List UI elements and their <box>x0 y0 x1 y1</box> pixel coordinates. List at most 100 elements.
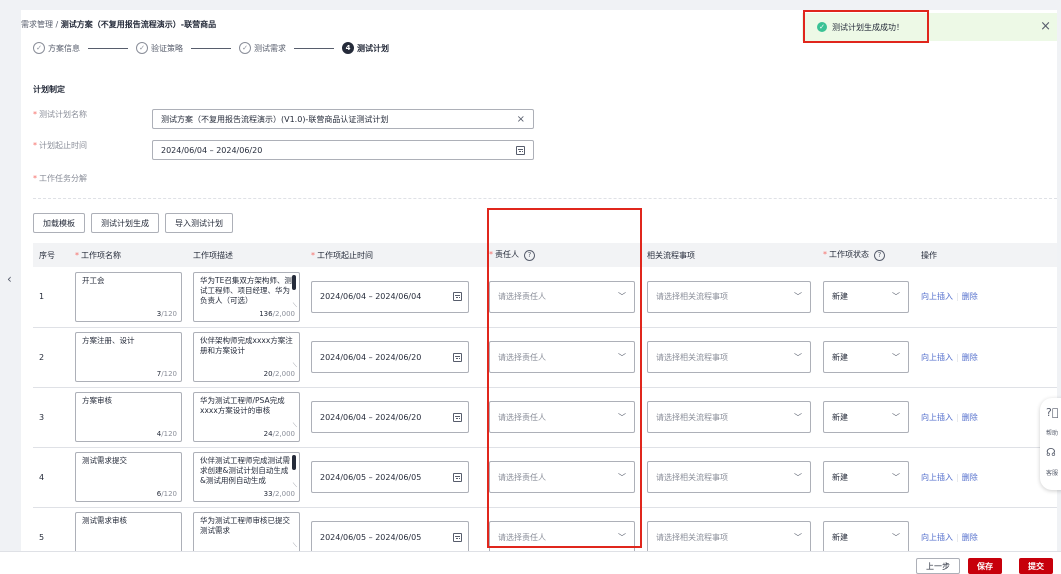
prev-button[interactable]: 上一步 <box>916 558 960 574</box>
footer-bar: 上一步 保存 提交 <box>0 551 1061 574</box>
breadcrumb-root[interactable]: 需求管理 <box>21 20 53 29</box>
name-textarea[interactable]: 方案审核 4/120 <box>75 392 182 442</box>
step-plan-info[interactable]: ✓ 方案信息 <box>33 42 80 54</box>
calendar-icon[interactable] <box>453 532 462 542</box>
step-requirements[interactable]: ✓ 测试需求 <box>239 42 286 54</box>
save-button[interactable]: 保存 <box>968 558 1002 574</box>
insert-above-link[interactable]: 向上插入 <box>921 292 953 301</box>
generate-plan-button[interactable]: 测试计划生成 <box>91 213 159 233</box>
import-plan-button[interactable]: 导入测试计划 <box>165 213 233 233</box>
scrollbar[interactable] <box>292 455 296 470</box>
char-counter: 24/2,000 <box>263 430 295 438</box>
char-counter: 33/2,000 <box>263 490 295 498</box>
name-textarea[interactable]: 开工会 3/120 <box>75 271 182 322</box>
floating-sidebar: ?⃝ 帮助 ☊ 客服 <box>1040 398 1061 490</box>
date-range-picker[interactable]: 2024/06/05 – 2024/06/05 <box>311 521 469 553</box>
date-range-picker[interactable]: 2024/06/04 – 2024/06/04 <box>311 280 469 313</box>
check-icon: ✓ <box>33 42 45 54</box>
row-seq: 1 <box>33 267 69 328</box>
section-title: 计划制定 <box>33 85 65 94</box>
chevron-down-icon: ﹀ <box>892 412 900 422</box>
name-textarea[interactable]: 方案注册、设计 7/120 <box>75 332 182 382</box>
insert-above-link[interactable]: 向上插入 <box>921 533 953 542</box>
close-icon[interactable]: × <box>1040 19 1051 34</box>
help-icon[interactable]: ? <box>874 250 885 261</box>
highlight-box <box>487 208 642 548</box>
char-counter: 136/2,000 <box>259 309 295 318</box>
headset-icon[interactable]: ☊ <box>1046 446 1056 459</box>
submit-button[interactable]: 提交 <box>1019 558 1053 574</box>
calendar-icon[interactable] <box>453 412 462 422</box>
insert-above-link[interactable]: 向上插入 <box>921 473 953 482</box>
chevron-down-icon: ﹀ <box>794 532 802 542</box>
date-range-picker[interactable]: 2024/06/04 – 2024/06/20 <box>311 401 469 433</box>
chevron-down-icon: ﹀ <box>892 532 900 542</box>
collapse-arrow-icon[interactable]: ‹ <box>7 272 12 286</box>
chevron-down-icon: ﹀ <box>892 352 900 362</box>
chevron-down-icon: ﹀ <box>892 472 900 482</box>
flow-select[interactable]: 请选择相关流程事项 ﹀ <box>647 341 811 373</box>
flow-select[interactable]: 请选择相关流程事项 ﹀ <box>647 521 811 553</box>
clear-icon[interactable]: × <box>517 114 525 125</box>
desc-textarea[interactable]: 伙伴架构师完成xxxx方案注册和方案设计 ⟍ 20/2,000 <box>193 332 300 382</box>
chevron-down-icon: ﹀ <box>794 412 802 422</box>
delete-link[interactable]: 删除 <box>962 413 978 422</box>
resize-handle-icon[interactable]: ⟍ <box>293 541 297 551</box>
calendar-icon[interactable] <box>453 292 462 302</box>
check-icon: ✓ <box>239 42 251 54</box>
help-icon[interactable]: ?⃝ <box>1046 406 1058 419</box>
plan-date-label: * 计划起止时间 <box>33 141 87 150</box>
desc-textarea[interactable]: 华为测试工程师/PSA完成xxxx方案设计的审核 ⟍ 24/2,000 <box>193 392 300 442</box>
plan-name-input[interactable]: 测试方案（不复用报告流程演示）(V1.0)-联营商品认证测试计划 × <box>152 109 534 129</box>
flow-select[interactable]: 请选择相关流程事项 ﹀ <box>647 401 811 433</box>
status-select[interactable]: 新建 ﹀ <box>823 280 909 313</box>
char-counter: 3/120 <box>156 309 177 318</box>
insert-above-link[interactable]: 向上插入 <box>921 413 953 422</box>
status-select[interactable]: 新建 ﹀ <box>823 461 909 493</box>
flow-select[interactable]: 请选择相关流程事项 ﹀ <box>647 461 811 493</box>
plan-name-label: * 测试计划名称 <box>33 110 87 119</box>
char-counter: 6/120 <box>156 490 177 498</box>
tasks-label: * 工作任务分解 <box>33 174 87 183</box>
insert-above-link[interactable]: 向上插入 <box>921 353 953 362</box>
date-range-picker[interactable]: 2024/06/05 – 2024/06/05 <box>311 461 469 493</box>
step-test-plan[interactable]: 4 测试计划 <box>342 42 389 54</box>
calendar-icon[interactable] <box>453 472 462 482</box>
desc-textarea[interactable]: 华为TE召集双方架构师、测试工程师、项目经理、华为负责人（可选） ⟍ 136/2,0… <box>193 271 300 322</box>
divider <box>33 198 1057 199</box>
table-toolbar: 加载模板 测试计划生成 导入测试计划 <box>33 213 233 233</box>
delete-link[interactable]: 删除 <box>962 533 978 542</box>
calendar-icon[interactable] <box>516 145 525 155</box>
breadcrumb-current: 测试方案（不复用报告流程演示）-联营商品 <box>60 20 217 29</box>
status-select[interactable]: 新建 ﹀ <box>823 341 909 373</box>
step-number: 4 <box>342 42 354 54</box>
status-select[interactable]: 新建 ﹀ <box>823 401 909 433</box>
step-divider <box>294 47 334 49</box>
load-template-button[interactable]: 加载模板 <box>33 213 85 233</box>
row-seq: 2 <box>33 327 69 388</box>
status-select[interactable]: 新建 ﹀ <box>823 521 909 553</box>
name-textarea[interactable]: 测试需求提交 6/120 <box>75 452 182 502</box>
desc-textarea[interactable]: 伙伴测试工程师完成测试需求创建&测试计划自动生成&测试用例自动生成 ⟍ 33/2,0… <box>193 452 300 502</box>
delete-link[interactable]: 删除 <box>962 353 978 362</box>
calendar-icon[interactable] <box>453 352 462 362</box>
step-strategy[interactable]: ✓ 验证策略 <box>136 42 183 54</box>
delete-link[interactable]: 删除 <box>962 292 978 301</box>
stepper: ✓ 方案信息 ✓ 验证策略 ✓ 测试需求 4 测试计划 <box>33 42 389 54</box>
date-range-picker[interactable]: 2024/06/04 – 2024/06/20 <box>311 341 469 373</box>
delete-link[interactable]: 删除 <box>962 473 978 482</box>
char-counter: 20/2,000 <box>263 370 295 378</box>
step-divider <box>191 47 231 49</box>
char-counter: 7/120 <box>156 370 177 378</box>
chevron-down-icon: ﹀ <box>892 292 900 302</box>
plan-date-picker[interactable]: 2024/06/04 – 2024/06/20 <box>152 140 534 160</box>
row-seq: 4 <box>33 447 69 508</box>
row-seq: 3 <box>33 387 69 448</box>
flow-select[interactable]: 请选择相关流程事项 ﹀ <box>647 280 811 313</box>
chevron-down-icon: ﹀ <box>794 472 802 482</box>
highlight-box <box>803 10 929 43</box>
scrollbar[interactable] <box>292 274 296 290</box>
chevron-down-icon: ﹀ <box>794 352 802 362</box>
step-divider <box>88 47 128 49</box>
check-icon: ✓ <box>136 42 148 54</box>
